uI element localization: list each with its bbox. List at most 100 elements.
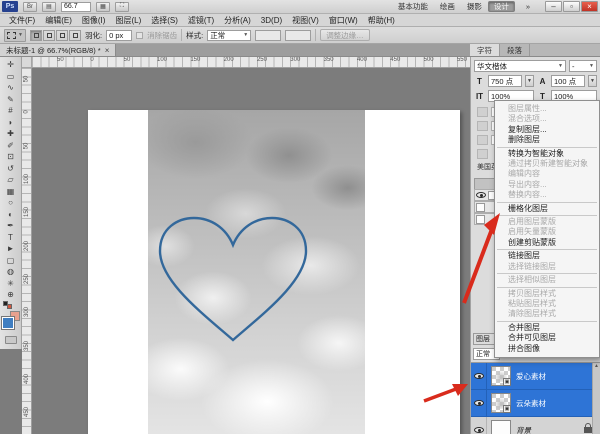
workspace-button[interactable]: 设计 [488,1,515,12]
menu-item[interactable]: 选择(S) [146,15,183,26]
font-size-dropdown[interactable]: ▼ [525,75,534,87]
context-menu-item[interactable] [495,248,599,251]
close-button[interactable]: × [581,1,598,12]
tool-button[interactable]: ◍ [2,266,20,278]
context-menu-item[interactable]: 通过拷贝新建智能对象 [495,159,599,169]
tool-button[interactable]: ▭ [2,71,20,83]
context-menu-item[interactable]: 创建剪贴蒙版 [495,238,599,248]
context-menu-item[interactable]: 选择链接图层 [495,262,599,272]
panel-tab[interactable]: 段落 [500,44,530,56]
screen-mode-icon[interactable]: ⛶ [115,2,129,12]
default-colors-control[interactable] [1,301,21,309]
menu-item[interactable]: 分析(A) [219,15,256,26]
leading-dropdown[interactable]: ▼ [588,75,597,87]
tool-button[interactable]: ◗ [2,117,20,129]
context-menu-item[interactable]: 启用矢量蒙版 [495,227,599,237]
context-menu-item[interactable]: 清除图层样式 [495,309,599,319]
horizontal-ruler[interactable]: 50050100150200250300350400450500550600 [32,57,470,68]
width-input[interactable] [255,30,281,41]
context-menu-item[interactable]: 合并可见图层 [495,333,599,343]
view-extras-icon[interactable]: ▤ [42,2,56,12]
font-family-select[interactable]: 华文楷体▼ [474,60,566,72]
tool-button[interactable]: ↺ [2,163,20,175]
context-menu-item[interactable] [495,201,599,204]
context-menu-item[interactable]: 删除图层 [495,135,599,145]
subtract-selection-button[interactable] [56,30,68,41]
visibility-toggle[interactable] [471,390,487,416]
tool-button[interactable]: ✒ [2,220,20,232]
context-menu-item[interactable] [495,146,599,149]
context-menu-item[interactable] [495,286,599,289]
menu-item[interactable]: 3D(D) [256,16,287,25]
tool-button[interactable]: ► [2,243,20,255]
layer-thumbnail[interactable]: ▣ [491,366,511,386]
workspace-button[interactable]: 摄影 [461,1,488,12]
tool-button[interactable]: ⊡ [2,151,20,163]
context-menu-item[interactable]: 导出内容... [495,180,599,190]
menu-item[interactable]: 图层(L) [110,15,146,26]
app-zoom-level-field[interactable]: 66.7 [61,2,91,12]
tool-button[interactable]: T [2,232,20,244]
style-select[interactable]: 正常 ▼ [207,30,251,41]
tool-button[interactable]: ✳ [2,278,20,290]
tool-button[interactable]: # [2,105,20,117]
font-size-input[interactable]: 750 点 [488,75,522,87]
menu-item[interactable]: 图像(I) [77,15,111,26]
tool-button[interactable]: ✚ [2,128,20,140]
workspace-button[interactable]: 绘画 [434,1,461,12]
context-menu-item[interactable]: 启用图层蒙版 [495,217,599,227]
arrange-documents-icon[interactable]: ▦ [96,2,110,12]
intersect-selection-button[interactable] [69,30,81,41]
tool-button[interactable]: ○ [2,197,20,209]
tool-button[interactable]: ✛ [2,59,20,71]
context-menu-item[interactable]: 复制图层... [495,125,599,135]
context-menu-item[interactable]: 拼合图像 [495,344,599,354]
maximize-button[interactable]: ▫ [563,1,580,12]
context-menu-item[interactable] [495,214,599,217]
workspace-overflow-chevron[interactable]: » [520,1,536,12]
tool-button[interactable]: ✐ [2,140,20,152]
layers-scrollbar[interactable]: ▲ [592,363,600,434]
menu-item[interactable]: 滤镜(T) [183,15,219,26]
menu-item[interactable]: 视图(V) [287,15,324,26]
context-menu-item[interactable]: 混合选项... [495,114,599,124]
context-menu-item[interactable]: 链接图层 [495,251,599,261]
current-tool-preset[interactable]: ▼ [4,29,26,42]
leading-input[interactable]: 100 点 [551,75,585,87]
vertical-ruler[interactable]: 50050100150200250300350400450 [22,68,32,434]
minimize-button[interactable]: – [545,1,562,12]
launch-bridge-icon[interactable]: Br [23,2,37,12]
antialias-checkbox[interactable] [136,32,143,39]
layer-row[interactable]: ▣ 背景 [471,417,600,434]
menu-item[interactable]: 帮助(H) [363,15,400,26]
layer-name[interactable]: 云朵素材 [516,398,600,409]
layer-thumbnail[interactable]: ▣ [491,393,511,413]
tool-button[interactable]: ⊕ [2,289,20,301]
heart-shape-outline[interactable] [150,210,316,346]
context-menu-item[interactable]: 图层属性... [495,104,599,114]
tool-button[interactable]: ▢ [2,255,20,267]
context-menu-item[interactable]: 粘贴图层样式 [495,299,599,309]
context-menu-item[interactable] [495,320,599,323]
quick-mask-button[interactable] [5,336,17,344]
context-menu-item[interactable]: 栅格化图层 [495,204,599,214]
close-document-icon[interactable]: × [105,46,110,55]
height-input[interactable] [285,30,311,41]
canvas-viewport[interactable] [32,68,470,434]
document-tab[interactable]: 未标题-1 @ 66.7%(RGB/8) * × [0,44,116,56]
layer-thumbnail[interactable]: ▣ [491,420,511,434]
context-menu-item[interactable]: 转换为智能对象 [495,149,599,159]
menu-item[interactable]: 编辑(E) [40,15,77,26]
tool-button[interactable]: ▦ [2,186,20,198]
layer-name[interactable]: 爱心素材 [516,371,600,382]
font-style-select[interactable]: -▼ [569,60,597,72]
context-menu-item[interactable]: 合并图层 [495,323,599,333]
foreground-color-swatch[interactable] [2,317,14,329]
context-menu-item[interactable]: 编辑内容 [495,169,599,179]
eye-icon[interactable] [476,192,486,198]
layer-name[interactable]: 背景 [516,425,584,434]
menu-item[interactable]: 文件(F) [4,15,40,26]
add-selection-button[interactable] [43,30,55,41]
tool-button[interactable]: ∿ [2,82,20,94]
layer-row[interactable]: ▣ 爱心素材 [471,363,600,390]
